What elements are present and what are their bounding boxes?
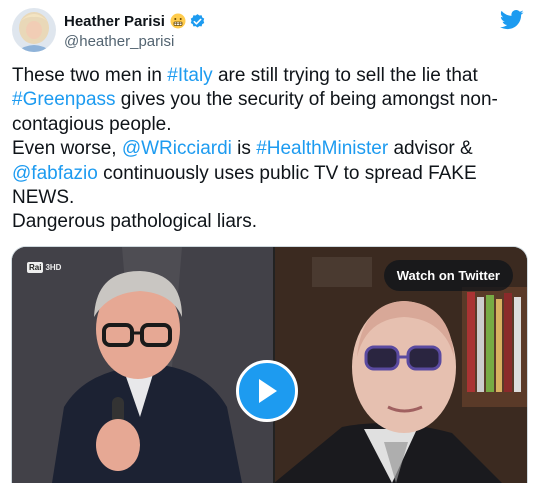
tweet-text-segment: Dangerous pathological liars. <box>12 211 258 233</box>
channel-logo-sub: 3HD <box>45 262 62 272</box>
tweet-text-segment: NEWS. <box>12 187 75 209</box>
tweet-text: These two men in #Italy are still trying… <box>12 64 526 235</box>
mention-link[interactable]: @WRicciardi <box>122 138 232 159</box>
twitter-bird-icon[interactable] <box>499 10 524 30</box>
tweet-line: @fabfazio continuously uses public TV to… <box>12 162 526 186</box>
mention-link[interactable]: @fabfazio <box>12 163 98 184</box>
tweet-line: contagious people. <box>12 113 526 137</box>
tweet-text-segment: advisor & <box>388 138 473 160</box>
channel-logo: Rai 3HD <box>27 261 61 273</box>
tweet-text-segment: are still trying to sell the lie that <box>212 65 478 86</box>
grimace-emoji-icon <box>170 13 186 29</box>
tweet-text-segment: contagious people. <box>12 113 172 135</box>
avatar[interactable] <box>12 8 56 52</box>
tweet-text-segment: Even worse, <box>12 138 122 160</box>
tweet-text-segment: These two men in <box>12 65 168 86</box>
hashtag-link[interactable]: #Greenpass <box>12 89 116 110</box>
video-player[interactable]: Rai 3HD Watch on Twitter <box>11 246 528 483</box>
channel-logo-text: Rai <box>27 261 44 273</box>
verified-badge-icon <box>189 13 206 30</box>
tweet-header: Heather Parisi @heather_parisi <box>12 8 526 52</box>
display-name[interactable]: Heather Parisi <box>64 13 165 30</box>
play-button[interactable] <box>236 360 298 422</box>
tweet-text-segment: continuously uses public TV to spread FA… <box>97 162 477 184</box>
play-icon <box>259 379 277 403</box>
tweet-line: Even worse, @WRicciardi is #HealthMinist… <box>12 137 526 161</box>
handle[interactable]: @heather_parisi <box>64 33 206 50</box>
hashtag-link[interactable]: #Italy <box>167 65 212 86</box>
tweet-line: These two men in #Italy are still trying… <box>12 64 526 88</box>
tweet-line: #Greenpass gives you the security of bei… <box>12 88 526 112</box>
tweet-line: NEWS. <box>12 186 526 210</box>
hashtag-link[interactable]: #HealthMinister <box>256 138 388 159</box>
tweet-line: Dangerous pathological liars. <box>12 210 526 234</box>
tweet-text-segment: gives you the security of being amongst … <box>115 89 498 111</box>
tweet-text-segment: is <box>231 138 257 160</box>
watch-on-twitter-button[interactable]: Watch on Twitter <box>383 260 513 291</box>
